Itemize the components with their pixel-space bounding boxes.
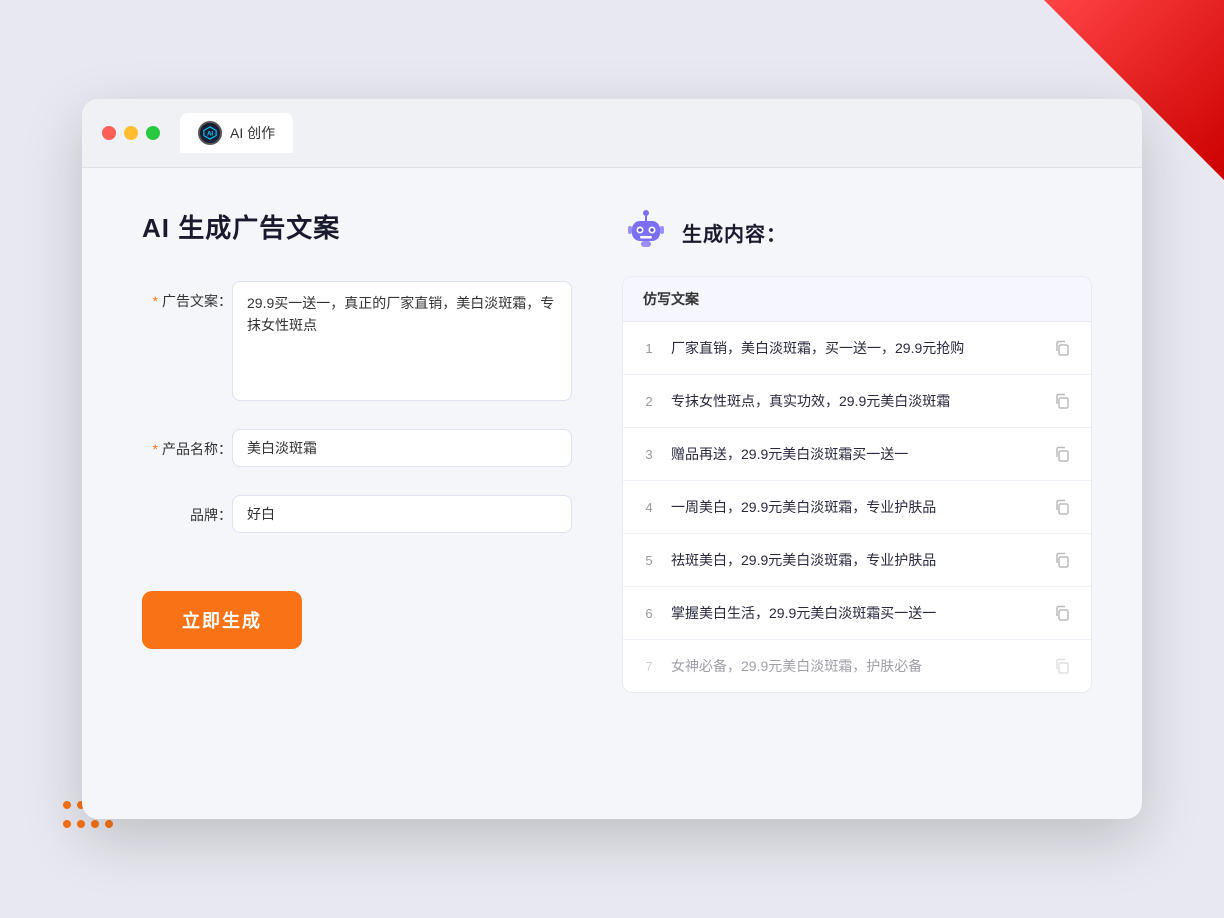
results-table: 仿写文案 1 厂家直销，美白淡斑霜，买一送一，29.9元抢购 2 专抹女性斑点，… — [622, 276, 1092, 693]
form-group-brand: 品牌： — [142, 495, 572, 533]
table-row: 2 专抹女性斑点，真实功效，29.9元美白淡斑霜 — [623, 375, 1091, 428]
result-header: 生成内容： — [622, 208, 1092, 256]
svg-text:AI: AI — [207, 131, 213, 138]
title-bar: AI AI 创作 — [82, 99, 1142, 168]
table-row: 3 赠品再送，29.9元美白淡斑霜买一送一 — [623, 428, 1091, 481]
ad-copy-label: *广告文案： — [142, 281, 232, 311]
row-text: 掌握美白生活，29.9元美白淡斑霜买一送一 — [671, 603, 1037, 624]
right-panel: 生成内容： 仿写文案 1 厂家直销，美白淡斑霜，买一送一，29.9元抢购 2 专… — [612, 208, 1092, 768]
row-text: 赠品再送，29.9元美白淡斑霜买一送一 — [671, 444, 1037, 465]
generate-button[interactable]: 立即生成 — [142, 591, 302, 649]
brand-label: 品牌： — [142, 495, 232, 525]
table-row: 5 祛斑美白，29.9元美白淡斑霜，专业护肤品 — [623, 534, 1091, 587]
result-title: 生成内容： — [682, 218, 787, 247]
table-row: 4 一周美白，29.9元美白淡斑霜，专业护肤品 — [623, 481, 1091, 534]
row-number: 4 — [639, 500, 659, 515]
required-star-ad: * — [153, 293, 158, 309]
robot-icon — [622, 208, 670, 256]
row-number: 5 — [639, 553, 659, 568]
copy-icon[interactable] — [1049, 441, 1075, 467]
row-number: 2 — [639, 394, 659, 409]
table-row: 1 厂家直销，美白淡斑霜，买一送一，29.9元抢购 — [623, 322, 1091, 375]
form-group-product-name: *产品名称： — [142, 429, 572, 467]
brand-input[interactable] — [232, 495, 572, 533]
row-text: 专抹女性斑点，真实功效，29.9元美白淡斑霜 — [671, 391, 1037, 412]
row-number: 6 — [639, 606, 659, 621]
row-number: 3 — [639, 447, 659, 462]
ai-icon: AI — [198, 121, 222, 145]
copy-icon[interactable] — [1049, 600, 1075, 626]
table-header: 仿写文案 — [623, 277, 1091, 322]
main-content: AI 生成广告文案 *广告文案： *产品名称： 品牌： 立即生成 — [82, 168, 1142, 808]
form-group-ad-copy: *广告文案： — [142, 281, 572, 401]
tab-label: AI 创作 — [230, 123, 275, 143]
row-number: 7 — [639, 659, 659, 674]
product-name-input[interactable] — [232, 429, 572, 467]
tab-ai-creation[interactable]: AI AI 创作 — [180, 113, 293, 153]
row-text: 一周美白，29.9元美白淡斑霜，专业护肤品 — [671, 497, 1037, 518]
ad-copy-input[interactable] — [232, 281, 572, 401]
traffic-light-minimize[interactable] — [124, 126, 138, 140]
table-row: 7 女神必备，29.9元美白淡斑霜，护肤必备 — [623, 640, 1091, 692]
copy-icon[interactable] — [1049, 335, 1075, 361]
table-row: 6 掌握美白生活，29.9元美白淡斑霜买一送一 — [623, 587, 1091, 640]
product-name-label: *产品名称： — [142, 429, 232, 459]
copy-icon[interactable] — [1049, 653, 1075, 679]
results-rows-container: 1 厂家直销，美白淡斑霜，买一送一，29.9元抢购 2 专抹女性斑点，真实功效，… — [623, 322, 1091, 692]
copy-icon[interactable] — [1049, 547, 1075, 573]
browser-window: AI AI 创作 AI 生成广告文案 *广告文案： *产品名称： — [82, 99, 1142, 819]
copy-icon[interactable] — [1049, 388, 1075, 414]
traffic-light-maximize[interactable] — [146, 126, 160, 140]
traffic-light-close[interactable] — [102, 126, 116, 140]
left-panel: AI 生成广告文案 *广告文案： *产品名称： 品牌： 立即生成 — [142, 208, 572, 768]
row-number: 1 — [639, 341, 659, 356]
required-star-product: * — [153, 441, 158, 457]
page-title: AI 生成广告文案 — [142, 208, 572, 245]
copy-icon[interactable] — [1049, 494, 1075, 520]
row-text: 女神必备，29.9元美白淡斑霜，护肤必备 — [671, 656, 1037, 677]
row-text: 厂家直销，美白淡斑霜，买一送一，29.9元抢购 — [671, 338, 1037, 359]
row-text: 祛斑美白，29.9元美白淡斑霜，专业护肤品 — [671, 550, 1037, 571]
traffic-lights — [102, 126, 160, 140]
